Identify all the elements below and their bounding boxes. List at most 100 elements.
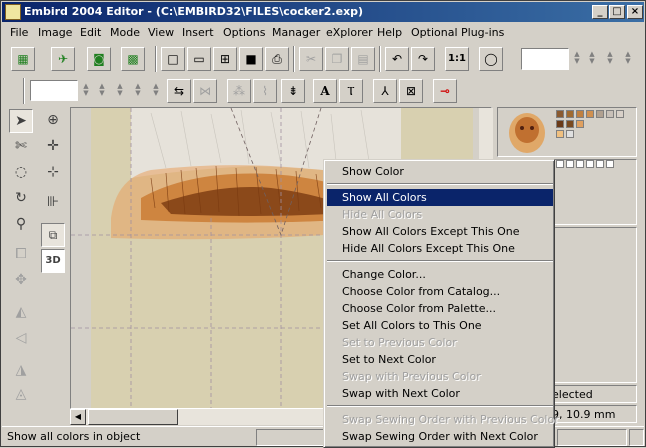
menu-mode[interactable]: Mode xyxy=(110,26,140,39)
hoop-arrow-icon[interactable]: ✈ xyxy=(51,47,75,71)
key-icon[interactable]: ⊸ xyxy=(433,79,457,103)
zoom-icon[interactable]: ⚲ xyxy=(9,213,33,237)
hoop-icon[interactable]: ◯ xyxy=(479,47,503,71)
size-field[interactable] xyxy=(30,80,78,101)
split-icon[interactable]: ⋈ xyxy=(193,79,217,103)
cut-icon[interactable]: ✂ xyxy=(299,47,323,71)
menu-manager[interactable]: Manager xyxy=(272,26,320,39)
branch-icon[interactable]: ⅄ xyxy=(373,79,397,103)
open-folder-icon[interactable]: ▭ xyxy=(187,47,211,71)
edit-stitches-icon[interactable]: ✄ xyxy=(9,135,33,159)
copy-icon[interactable]: ❐ xyxy=(325,47,349,71)
camera-icon[interactable]: ◙ xyxy=(87,47,111,71)
menu-insert[interactable]: Insert xyxy=(182,26,214,39)
menu-hide-all-colors[interactable]: Hide All Colors xyxy=(327,206,553,223)
vertical-center-icon[interactable]: ⊹ xyxy=(41,161,65,185)
menu-swap-order-next[interactable]: Swap Sewing Order with Next Color xyxy=(327,428,553,445)
empty-swatch[interactable] xyxy=(556,160,564,168)
remove-icon[interactable]: ⊠ xyxy=(399,79,423,103)
title-bar[interactable]: Embird 2004 Editor - (C:\EMBIRD32\FILES\… xyxy=(2,2,644,22)
menu-image[interactable]: Image xyxy=(38,26,72,39)
menu-change-color[interactable]: Change Color... xyxy=(327,266,553,283)
move-icon[interactable]: ✥ xyxy=(9,269,33,293)
color-swatch[interactable] xyxy=(556,110,564,118)
paste-icon[interactable]: ▤ xyxy=(351,47,375,71)
color-swatch[interactable] xyxy=(576,110,584,118)
maximize-button[interactable]: □ xyxy=(609,5,625,19)
rotate-icon[interactable]: ↻ xyxy=(9,187,33,211)
menu-swap-next-color[interactable]: Swap with Next Color xyxy=(327,385,553,402)
3d-view-icon[interactable]: 3D xyxy=(41,249,65,273)
menu-hide-all-except[interactable]: Hide All Colors Except This One xyxy=(327,240,553,257)
zoom-spinner-2[interactable]: ▲ ▼ xyxy=(587,51,597,65)
size-spinner-2[interactable]: ▲ ▼ xyxy=(97,83,107,97)
menu-swap-previous-color[interactable]: Swap with Previous Color xyxy=(327,368,553,385)
size-spinner[interactable]: ▲ ▼ xyxy=(81,83,91,97)
flip-vertical-icon[interactable]: ◁ xyxy=(9,327,33,351)
empty-swatch[interactable] xyxy=(586,160,594,168)
zoom-spinner-4[interactable]: ▲ ▼ xyxy=(623,51,633,65)
menu-set-all-colors[interactable]: Set All Colors to This One xyxy=(327,317,553,334)
menu-show-color[interactable]: Show Color xyxy=(327,163,553,180)
insert-file-icon[interactable]: ⊞ xyxy=(213,47,237,71)
2d-view-icon[interactable]: ⧉ xyxy=(41,223,65,247)
color-swatch[interactable] xyxy=(606,110,614,118)
grid-arrow-icon[interactable]: ▩ xyxy=(121,47,145,71)
stitch-area-icon[interactable]: ▦ xyxy=(11,47,35,71)
new-file-icon[interactable]: □ xyxy=(161,47,185,71)
select-arrow-icon[interactable]: ➤ xyxy=(9,109,33,133)
menu-optional-plugins[interactable]: Optional Plug-ins xyxy=(411,26,504,39)
resize-icon[interactable]: ⧠ xyxy=(9,243,33,267)
menu-file[interactable]: File xyxy=(10,26,28,39)
align-icon[interactable]: ⇟ xyxy=(281,79,305,103)
menu-help[interactable]: Help xyxy=(377,26,402,39)
slant-icon[interactable]: ◬ xyxy=(9,383,33,407)
color-swatch[interactable] xyxy=(556,130,564,138)
menu-show-all-colors[interactable]: Show All Colors xyxy=(327,189,553,206)
zoom-spinner[interactable]: ▲ ▼ xyxy=(572,51,582,65)
menu-edit[interactable]: Edit xyxy=(80,26,101,39)
zoom-field[interactable] xyxy=(521,48,569,70)
crosshair-icon[interactable]: ⊕ xyxy=(41,109,65,133)
scroll-left-icon[interactable]: ◀ xyxy=(70,409,86,425)
undo-icon[interactable]: ↶ xyxy=(385,47,409,71)
color-swatch[interactable] xyxy=(566,130,574,138)
zoom-spinner-3[interactable]: ▲ ▼ xyxy=(605,51,615,65)
lasso-icon[interactable]: ◌ xyxy=(9,161,33,185)
close-button[interactable]: × xyxy=(627,5,643,19)
color-swatch[interactable] xyxy=(566,110,574,118)
stitch-edit-icon[interactable]: ⁂ xyxy=(227,79,251,103)
text-path-icon[interactable]: Ⲧ xyxy=(339,79,363,103)
menu-color-from-palette[interactable]: Choose Color from Palette... xyxy=(327,300,553,317)
flip-horizontal-icon[interactable]: ◭ xyxy=(9,301,33,325)
minimize-button[interactable]: _ xyxy=(592,5,608,19)
menu-set-next-color[interactable]: Set to Next Color xyxy=(327,351,553,368)
mirror-icon[interactable]: ⇆ xyxy=(167,79,191,103)
menu-view[interactable]: View xyxy=(148,26,174,39)
color-swatch[interactable] xyxy=(556,120,564,128)
actual-size-button[interactable]: 1:1 xyxy=(445,47,469,71)
distribute-icon[interactable]: ⊪ xyxy=(41,191,65,215)
menu-set-previous-color[interactable]: Set to Previous Color xyxy=(327,334,553,351)
print-icon[interactable]: ⎙ xyxy=(265,47,289,71)
empty-swatch[interactable] xyxy=(596,160,604,168)
center-icon[interactable]: ✛ xyxy=(41,135,65,159)
size-spinner-3[interactable]: ▲ ▼ xyxy=(115,83,125,97)
size-spinner-5[interactable]: ▲ ▼ xyxy=(151,83,161,97)
scroll-thumb[interactable] xyxy=(88,409,178,425)
outline-icon[interactable]: ⌇ xyxy=(253,79,277,103)
color-swatch[interactable] xyxy=(616,110,624,118)
color-swatch[interactable] xyxy=(586,110,594,118)
text-icon[interactable]: A xyxy=(313,79,337,103)
empty-swatch[interactable] xyxy=(566,160,574,168)
redo-icon[interactable]: ↷ xyxy=(411,47,435,71)
skew-icon[interactable]: ◮ xyxy=(9,359,33,383)
color-swatch[interactable] xyxy=(596,110,604,118)
menu-options[interactable]: Options xyxy=(223,26,265,39)
menu-show-all-except[interactable]: Show All Colors Except This One xyxy=(327,223,553,240)
color-swatch[interactable] xyxy=(566,120,574,128)
color-swatch[interactable] xyxy=(576,120,584,128)
size-spinner-4[interactable]: ▲ ▼ xyxy=(133,83,143,97)
empty-swatch[interactable] xyxy=(576,160,584,168)
menu-explorer[interactable]: eXplorer xyxy=(326,26,373,39)
